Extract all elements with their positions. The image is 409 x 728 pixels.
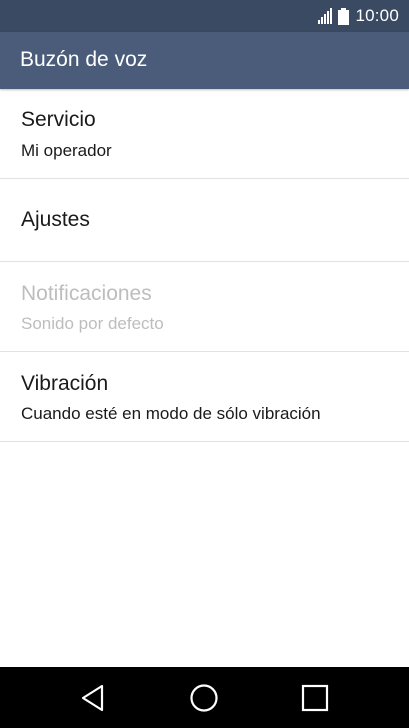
list-item-ajustes[interactable]: Ajustes bbox=[0, 179, 409, 262]
signal-icon bbox=[318, 8, 333, 24]
navigation-bar bbox=[0, 667, 409, 728]
settings-list: Servicio Mi operador Ajustes Notificacio… bbox=[0, 89, 409, 442]
recents-icon bbox=[301, 684, 329, 711]
list-item-title: Vibración bbox=[21, 372, 109, 395]
list-item-title: Ajustes bbox=[21, 208, 90, 231]
recents-button[interactable] bbox=[275, 667, 355, 728]
home-button[interactable] bbox=[164, 667, 244, 728]
back-icon bbox=[81, 684, 104, 711]
list-item-subtitle: Sonido por defecto bbox=[21, 314, 164, 333]
screen: 10:00 Buzón de voz Servicio Mi operador … bbox=[0, 0, 409, 728]
page-title: Buzón de voz bbox=[20, 48, 148, 71]
list-item-title: Servicio bbox=[21, 108, 96, 131]
list-item-servicio[interactable]: Servicio Mi operador bbox=[0, 89, 409, 179]
status-time: 10:00 bbox=[355, 6, 399, 25]
home-icon bbox=[190, 683, 218, 712]
action-bar: Buzón de voz bbox=[0, 32, 409, 89]
back-button[interactable] bbox=[53, 667, 133, 728]
list-item-subtitle: Mi operador bbox=[21, 141, 112, 160]
list-item-subtitle: Cuando esté en modo de sólo vibración bbox=[21, 404, 321, 423]
list-item-notificaciones: Notificaciones Sonido por defecto bbox=[0, 262, 409, 352]
list-item-vibracion[interactable]: Vibración Cuando esté en modo de sólo vi… bbox=[0, 352, 409, 442]
status-bar: 10:00 bbox=[0, 0, 409, 32]
list-item-title: Notificaciones bbox=[21, 282, 152, 305]
status-icons: 10:00 bbox=[318, 0, 399, 32]
battery-icon bbox=[338, 7, 350, 25]
